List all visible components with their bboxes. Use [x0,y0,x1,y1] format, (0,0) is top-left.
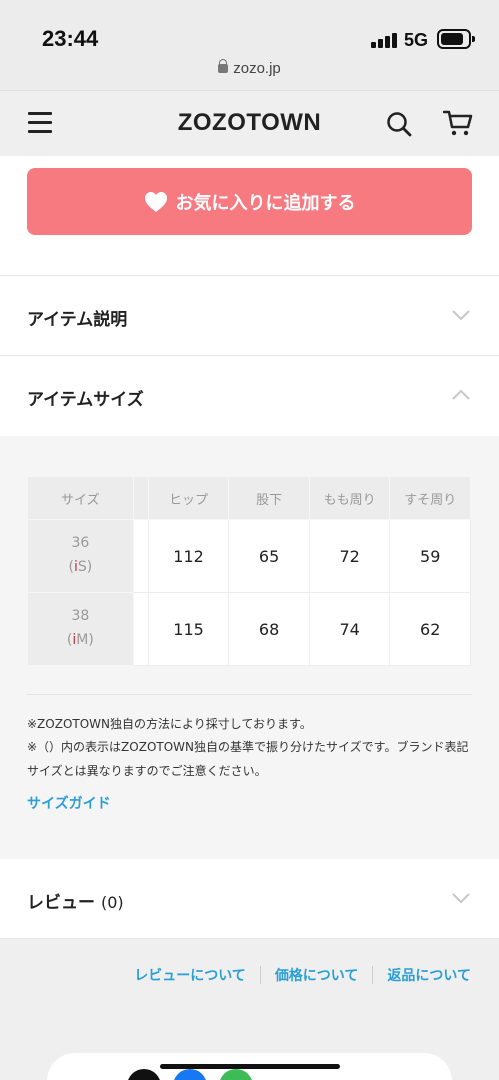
url-bar[interactable]: zozo.jp [0,59,499,77]
divider [27,694,472,695]
cart-icon[interactable] [443,109,473,137]
heart-icon [144,191,167,212]
table-gap [132,519,149,593]
status-bar: 23:44 5G zozo.jp [0,0,499,90]
value-cell: 74 [308,592,391,666]
value-cell: 112 [147,519,230,593]
item-detail-content: お気に入りに追加する アイテム説明 アイテムサイズ サイズ ヒップ 股下 もも周… [0,156,499,1080]
value-cell: 68 [228,592,310,666]
header-inseam: 股下 [228,476,310,520]
network-label: 5G [404,30,429,50]
table-gap [132,592,149,666]
accordion-item-size[interactable]: アイテムサイズ [0,356,499,436]
review-title: レビュー [27,893,95,913]
size-table-header: サイズ ヒップ 股下 もも周り すそ周り [27,476,471,520]
header-hem: すそ周り [389,476,471,520]
value-cell: 115 [147,592,230,666]
chevron-down-icon [452,310,470,321]
size-notes: ※ZOZOTOWN独自の方法により採寸しております。 ※（）内の表示はZOZOT… [27,713,472,783]
header-size: サイズ [27,476,134,520]
link-about-price[interactable]: 価格について [275,965,359,985]
accordion-title: アイテム説明 [27,310,128,330]
note-line: ※ZOZOTOWN独自の方法により採寸しております。 [27,717,312,731]
value-cell: 62 [389,592,471,666]
footer-links: レビューについて 価格について 返品について [134,965,471,985]
size-label: 36 [71,535,90,552]
link-about-reviews[interactable]: レビューについて [134,965,246,985]
accordion-review[interactable]: レビュー (0) [0,859,499,939]
url-text: zozo.jp [233,60,281,77]
home-indicator [160,1064,340,1069]
add-favorite-label: お気に入りに追加する [175,192,356,214]
status-time: 23:44 [42,26,99,51]
accordion-item-description[interactable]: アイテム説明 [0,276,499,356]
accordion-title: レビュー (0) [27,888,124,913]
chevron-up-icon [452,389,470,400]
chevron-down-icon [452,893,470,904]
search-icon[interactable] [386,111,412,137]
size-cell: 38 (iM) [27,592,134,666]
zozo-size-mark: (iS) [68,559,93,575]
value-cell: 59 [389,519,471,593]
accordion-title: アイテムサイズ [27,390,144,410]
size-label: 38 [71,608,90,625]
review-count: (0) [101,893,124,912]
divider [259,966,261,984]
divider [372,966,374,984]
battery-icon [437,29,475,49]
size-section: サイズ ヒップ 股下 もも周り すそ周り 36 (iS) 112 65 72 5… [0,436,499,859]
header-thigh: もも周り [308,476,391,520]
table-row: 36 (iS) 112 65 72 59 [27,519,471,593]
value-cell: 72 [308,519,391,593]
link-about-returns[interactable]: 返品について [387,965,471,985]
note-line: ※（）内の表示はZOZOTOWN独自の基準で振り分けたサイズです。ブランド表記サ… [27,740,469,778]
add-favorite-button[interactable]: お気に入りに追加する [27,168,472,235]
size-table: サイズ ヒップ 股下 もも周り すそ周り 36 (iS) 112 65 72 5… [27,476,471,666]
favorite-section: お気に入りに追加する [0,156,499,276]
table-gap [132,476,149,520]
signal-icon [371,32,399,48]
site-logo[interactable]: ZOZOTOWN [0,109,499,137]
value-cell: 65 [228,519,310,593]
site-header: ZOZOTOWN [0,90,499,156]
header-hip: ヒップ [147,476,230,520]
lock-icon [218,59,229,73]
size-guide-link[interactable]: サイズガイド [27,793,111,813]
table-row: 38 (iM) 115 68 74 62 [27,592,471,666]
zozo-size-mark: (iM) [66,632,94,648]
size-cell: 36 (iS) [27,519,134,593]
